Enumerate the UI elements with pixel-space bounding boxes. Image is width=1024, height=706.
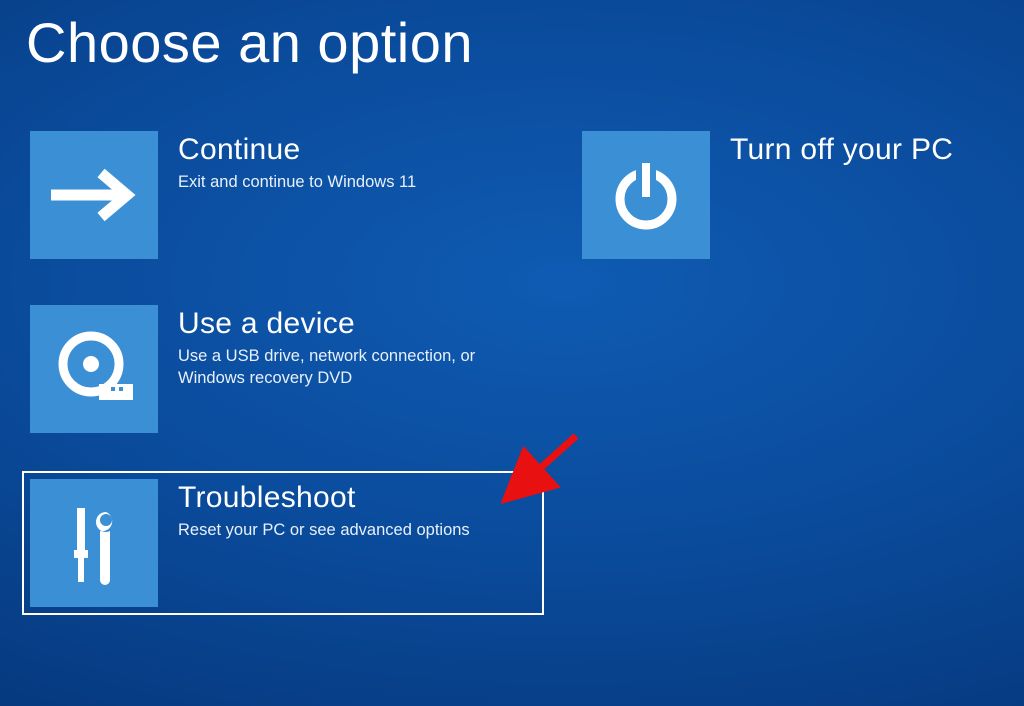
use-device-button[interactable]: Use a device Use a USB drive, network co… bbox=[22, 297, 544, 441]
continue-subtitle: Exit and continue to Windows 11 bbox=[178, 171, 416, 193]
continue-button[interactable]: Continue Exit and continue to Windows 11 bbox=[22, 123, 544, 267]
turn-off-button[interactable]: Turn off your PC bbox=[574, 123, 994, 267]
troubleshoot-subtitle: Reset your PC or see advanced options bbox=[178, 519, 470, 541]
page-title: Choose an option bbox=[0, 0, 1024, 75]
tools-icon bbox=[30, 479, 158, 607]
troubleshoot-button[interactable]: Troubleshoot Reset your PC or see advanc… bbox=[22, 471, 544, 615]
arrow-right-icon bbox=[30, 131, 158, 259]
device-disc-icon bbox=[30, 305, 158, 433]
power-icon bbox=[582, 131, 710, 259]
use-device-subtitle: Use a USB drive, network connection, or … bbox=[178, 345, 528, 390]
troubleshoot-title: Troubleshoot bbox=[178, 481, 470, 515]
use-device-title: Use a device bbox=[178, 307, 528, 341]
turn-off-title: Turn off your PC bbox=[730, 133, 953, 167]
continue-title: Continue bbox=[178, 133, 416, 167]
